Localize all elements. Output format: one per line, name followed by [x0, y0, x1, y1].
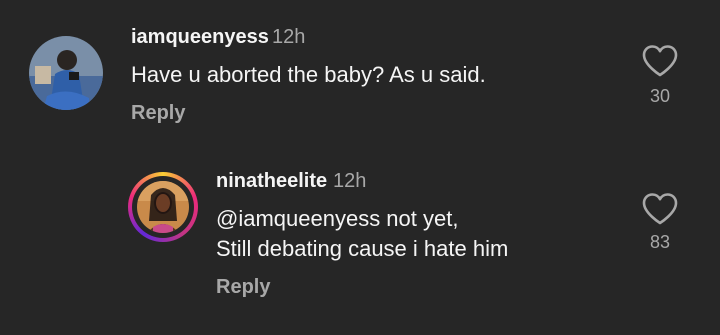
comment-item: iamqueenyess 12h Have u aborted the baby…	[0, 0, 720, 150]
story-ring[interactable]	[128, 172, 198, 242]
comment-username[interactable]: iamqueenyess	[131, 26, 269, 49]
comment-text: Have u aborted the baby? As u said.	[131, 62, 486, 87]
like-button[interactable]	[641, 192, 679, 231]
heart-outline-icon	[642, 193, 678, 225]
heart-outline-icon	[642, 45, 678, 77]
avatar-image	[29, 36, 103, 110]
like-count: 30	[649, 86, 671, 106]
reply-button[interactable]: Reply	[216, 276, 270, 299]
comment-timestamp: 12h	[272, 26, 306, 48]
reply-comment-item: ninatheelite 12h @iamqueenyess not yet, …	[0, 150, 720, 335]
comment-timestamp: 12h	[333, 170, 367, 192]
comment-username[interactable]: ninatheelite	[216, 170, 327, 193]
story-ring-gap	[132, 176, 194, 238]
avatar[interactable]	[29, 36, 103, 110]
avatar	[137, 181, 189, 233]
like-count: 83	[649, 232, 671, 252]
reply-button[interactable]: Reply	[131, 102, 185, 125]
avatar-image	[137, 181, 189, 233]
like-button[interactable]	[641, 44, 679, 83]
comment-text: @iamqueenyess not yet, Still debating ca…	[216, 206, 509, 261]
